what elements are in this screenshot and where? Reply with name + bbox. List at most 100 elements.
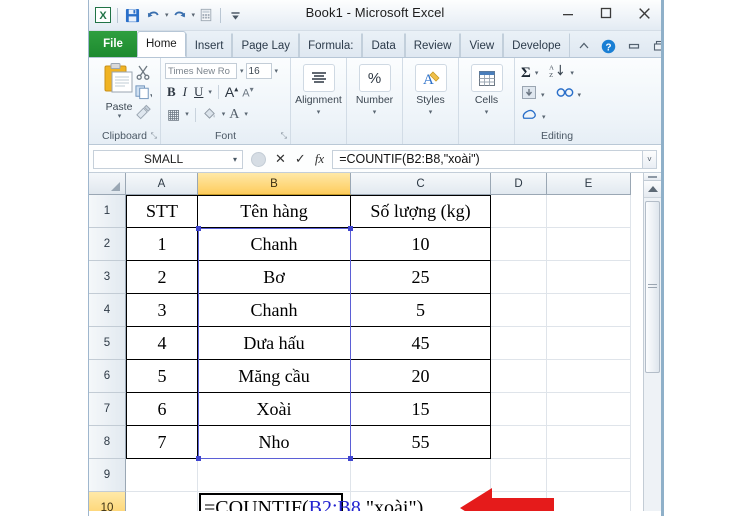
number-caret-icon[interactable]: ▾ [347, 108, 402, 116]
close-button[interactable] [633, 2, 655, 24]
cut-button[interactable] [135, 62, 157, 82]
font-name-caret-icon[interactable]: ▾ [239, 68, 244, 75]
cell-a8[interactable]: 7 [126, 426, 198, 459]
tab-formulas[interactable]: Formula: [299, 33, 363, 57]
maximize-button[interactable] [595, 2, 617, 24]
cell-e3[interactable] [547, 261, 631, 294]
shrink-font-button[interactable]: A▾ [242, 85, 253, 100]
bold-button[interactable]: B [167, 84, 176, 100]
cells-area[interactable]: STT Tên hàng Số lượng (kg) 1 Chanh 10 2 … [126, 195, 661, 511]
underline-caret-icon[interactable]: ▾ [207, 89, 212, 96]
cell-d10[interactable] [491, 492, 547, 511]
cell-d4[interactable] [491, 294, 547, 327]
cell-d1[interactable] [491, 195, 547, 228]
cell-a6[interactable]: 5 [126, 360, 198, 393]
tab-review[interactable]: Review [404, 33, 461, 57]
borders-icon[interactable]: ▦ [167, 106, 180, 123]
cell-e4[interactable] [547, 294, 631, 327]
cell-e8[interactable] [547, 426, 631, 459]
cells-icon[interactable] [470, 64, 503, 92]
cell-b9[interactable] [198, 459, 351, 492]
active-cell-editor[interactable]: =COUNTIF(B2:B8 ,"xoài") [199, 493, 423, 511]
tab-data[interactable]: Data [362, 33, 405, 57]
cell-c3[interactable]: 25 [351, 261, 491, 294]
cell-e1[interactable] [547, 195, 631, 228]
row-header-8[interactable]: 8 [89, 426, 126, 459]
scroll-up-button[interactable] [644, 181, 661, 198]
column-header-b[interactable]: B [198, 173, 351, 195]
sort-caret-icon[interactable]: ▾ [569, 70, 574, 77]
font-selectors[interactable]: Times New Ro ▾ 16 ▾ [165, 63, 278, 79]
cell-a3[interactable]: 2 [126, 261, 198, 294]
cell-d3[interactable] [491, 261, 547, 294]
cell-a7[interactable]: 6 [126, 393, 198, 426]
cell-c9[interactable] [351, 459, 491, 492]
cell-d6[interactable] [491, 360, 547, 393]
row-header-10[interactable]: 10 [89, 492, 126, 511]
cell-a9[interactable] [126, 459, 198, 492]
font-style-buttons[interactable]: B I U ▾ A▴ A▾ [167, 84, 254, 100]
cell-e5[interactable] [547, 327, 631, 360]
row-header-3[interactable]: 3 [89, 261, 126, 294]
font-color-caret-icon[interactable]: ▾ [243, 111, 248, 118]
row-header-7[interactable]: 7 [89, 393, 126, 426]
editing-row-1[interactable]: Σ ▾ A Z ▾ [521, 63, 574, 83]
cells-caret-icon[interactable]: ▾ [459, 108, 514, 116]
column-header-row[interactable]: A B C D E [89, 173, 631, 195]
fill-caret-icon[interactable]: ▾ [540, 92, 545, 99]
vertical-scrollbar[interactable] [643, 173, 661, 511]
cell-d8[interactable] [491, 426, 547, 459]
column-header-e[interactable]: E [547, 173, 631, 195]
clear-caret-icon[interactable]: ▾ [541, 114, 546, 121]
row-header-column[interactable]: 1 2 3 4 5 6 7 8 9 10 11 [89, 195, 126, 511]
split-box[interactable] [644, 173, 661, 181]
cell-d2[interactable] [491, 228, 547, 261]
row-header-4[interactable]: 4 [89, 294, 126, 327]
cell-d5[interactable] [491, 327, 547, 360]
cell-b8[interactable]: Nho [198, 426, 351, 459]
font-name-input[interactable]: Times New Ro [165, 63, 237, 79]
styles-icon[interactable]: A [414, 64, 447, 92]
expand-formula-bar-caret-icon[interactable]: ˅ [642, 149, 657, 169]
help-icon[interactable]: ? [601, 38, 617, 54]
underline-button[interactable]: U [194, 84, 203, 100]
ribbon-tab-strip[interactable]: File Home Insert Page Lay Formula: Data … [89, 31, 661, 58]
minimize-button[interactable] [557, 2, 579, 24]
alignment-icon[interactable] [302, 64, 335, 92]
number-format-icon[interactable]: % [358, 64, 391, 92]
row-header-5[interactable]: 5 [89, 327, 126, 360]
autosum-icon[interactable]: Σ [521, 65, 531, 82]
autosum-caret-icon[interactable]: ▾ [534, 70, 539, 77]
find-select-icon[interactable] [556, 85, 574, 105]
row-header-1[interactable]: 1 [89, 195, 126, 228]
cell-c2[interactable]: 10 [351, 228, 491, 261]
cell-b3[interactable]: Bơ [198, 261, 351, 294]
collapse-ribbon-icon[interactable] [576, 38, 592, 54]
cell-d9[interactable] [491, 459, 547, 492]
cell-a4[interactable]: 3 [126, 294, 198, 327]
cell-e7[interactable] [547, 393, 631, 426]
window-controls[interactable] [557, 2, 655, 24]
tab-view[interactable]: View [460, 33, 504, 57]
tab-insert[interactable]: Insert [185, 33, 233, 57]
clipboard-dialog-launcher[interactable]: ⤡ [151, 131, 157, 141]
fill-icon[interactable] [521, 85, 537, 105]
cell-c4[interactable]: 5 [351, 294, 491, 327]
column-header-a[interactable]: A [126, 173, 198, 195]
tab-developer[interactable]: Develope [503, 33, 570, 57]
styles-caret-icon[interactable]: ▾ [403, 108, 458, 116]
cell-c8[interactable]: 55 [351, 426, 491, 459]
formula-bar-buttons[interactable]: ✕ ✓ fx [243, 151, 332, 167]
cell-b1[interactable]: Tên hàng [198, 195, 351, 228]
font-size-caret-icon[interactable]: ▾ [274, 68, 279, 75]
italic-button[interactable]: I [180, 84, 190, 100]
insert-function-button[interactable]: fx [315, 151, 324, 167]
font-size-input[interactable]: 16 [245, 63, 272, 79]
cell-e6[interactable] [547, 360, 631, 393]
row-header-2[interactable]: 2 [89, 228, 126, 261]
font-color-icon[interactable]: A [229, 107, 239, 123]
select-all-button[interactable] [89, 173, 126, 195]
name-box-caret-icon[interactable]: ▾ [233, 155, 242, 164]
sort-filter-icon[interactable]: A Z [549, 63, 566, 83]
name-box[interactable]: SMALL ▾ [93, 149, 243, 169]
